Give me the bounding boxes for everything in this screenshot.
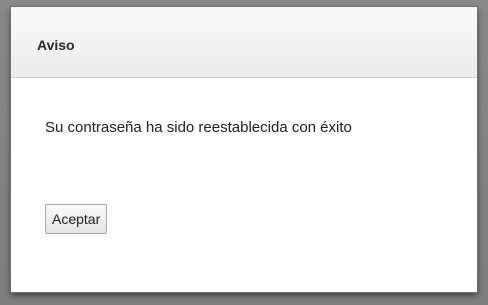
accept-button[interactable]: Aceptar — [45, 204, 108, 234]
dialog-header: Aviso — [11, 7, 477, 78]
alert-dialog: Aviso Su contraseña ha sido reestablecid… — [10, 6, 478, 293]
dialog-message: Su contraseña ha sido reestablecida con … — [45, 119, 352, 136]
dialog-title: Aviso — [37, 37, 75, 53]
